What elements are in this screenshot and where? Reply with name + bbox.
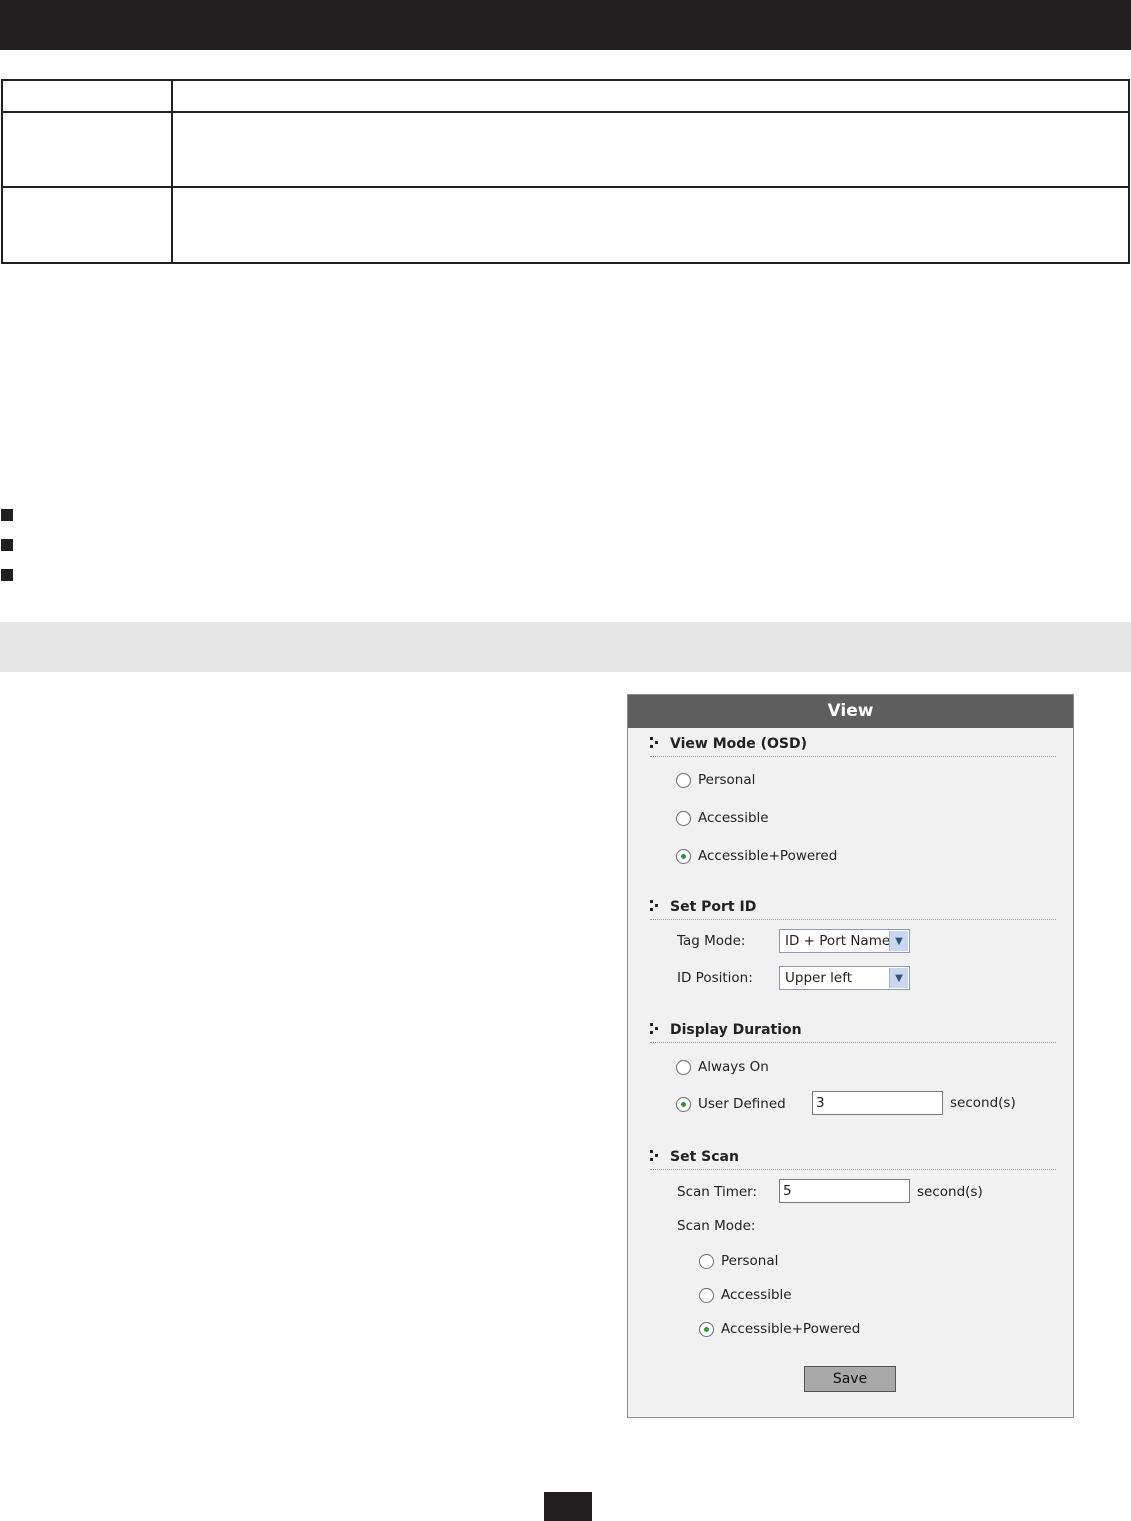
section-bullet-icon [650,899,664,913]
section-title-set-scan: Set Scan [670,1149,739,1165]
view-mode-accessible-powered[interactable]: Accessible+Powered [676,845,837,867]
display-always-on[interactable]: Always On [676,1056,769,1078]
section-view-mode: View Mode (OSD) [650,735,1056,757]
section-title-set-port-id: Set Port ID [670,899,757,915]
radio-label: Accessible [721,1287,792,1303]
section-display-duration: Display Duration [650,1021,1056,1043]
save-button[interactable]: Save [804,1366,896,1392]
bullet-square [1,539,13,551]
bullet-square [1,509,13,521]
document-table [1,79,1130,264]
radio-personal[interactable] [676,772,691,788]
duration-input[interactable]: 3 [812,1091,943,1115]
view-panel: View View Mode (OSD) Personal Accessible… [627,694,1074,1418]
radio-scan-accessible[interactable] [699,1287,714,1303]
tag-mode-value: ID + Port Name [785,933,891,949]
tag-mode-label: Tag Mode: [677,933,746,949]
section-band [0,622,1131,672]
page-number-tab [544,1492,592,1521]
radio-label: Personal [721,1253,779,1269]
panel-title: View [628,695,1073,728]
section-set-scan: Set Scan [650,1148,1056,1170]
table-row-divider [3,111,1128,113]
id-position-select[interactable]: Upper left ▼ [779,966,910,990]
radio-label: Accessible+Powered [721,1321,861,1337]
radio-label: Personal [698,772,756,788]
section-title-view-mode: View Mode (OSD) [670,736,808,752]
radio-accessible[interactable] [676,810,691,826]
radio-label: User Defined [698,1096,786,1112]
section-title-display-duration: Display Duration [670,1022,802,1038]
scan-timer-label: Scan Timer: [677,1184,758,1200]
scan-timer-input[interactable]: 5 [779,1179,910,1203]
duration-unit: second(s) [950,1095,1016,1111]
section-bullet-icon [650,1022,664,1036]
header-bar [0,0,1131,50]
view-mode-personal[interactable]: Personal [676,769,755,791]
scan-timer-unit: second(s) [917,1184,983,1200]
section-set-port-id: Set Port ID [650,898,1056,920]
table-row-divider [3,186,1128,188]
display-user-defined[interactable]: User Defined [676,1093,786,1115]
bullet-square [1,569,13,581]
radio-always-on[interactable] [676,1059,691,1075]
scan-mode-accessible-powered[interactable]: Accessible+Powered [699,1318,860,1340]
section-bullet-icon [650,1149,664,1163]
radio-accessible-powered[interactable] [676,848,691,864]
section-bullet-icon [650,736,664,750]
radio-user-defined[interactable] [676,1096,691,1112]
scan-mode-personal[interactable]: Personal [699,1250,778,1272]
scan-mode-label: Scan Mode: [677,1218,756,1234]
radio-label: Accessible+Powered [698,848,838,864]
tag-mode-select[interactable]: ID + Port Name ▼ [779,929,910,953]
chevron-down-icon[interactable]: ▼ [889,931,908,951]
radio-scan-accessible-powered[interactable] [699,1321,714,1337]
id-position-label: ID Position: [677,970,753,986]
radio-label: Always On [698,1059,769,1075]
chevron-down-icon[interactable]: ▼ [889,968,908,988]
view-mode-accessible[interactable]: Accessible [676,807,769,829]
id-position-value: Upper left [785,970,853,986]
table-column-divider [171,81,173,262]
radio-scan-personal[interactable] [699,1253,714,1269]
radio-label: Accessible [698,810,769,826]
scan-mode-accessible[interactable]: Accessible [699,1284,792,1306]
